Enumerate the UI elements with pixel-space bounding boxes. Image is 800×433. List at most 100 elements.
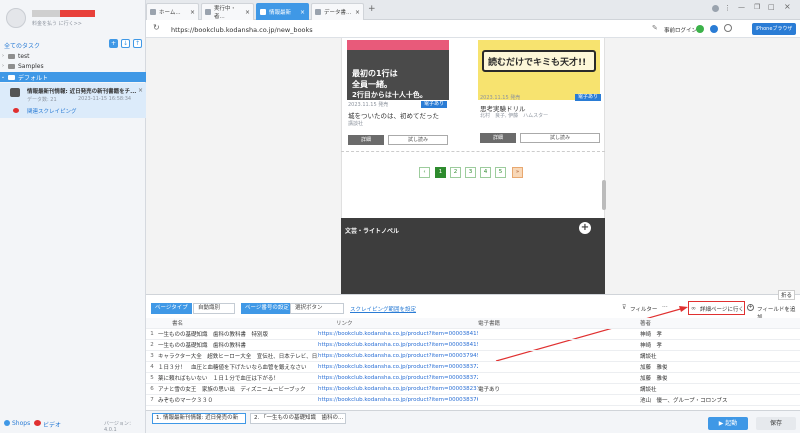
minimize-icon[interactable]: — [738,3,745,11]
row-link: https://bookclub.kodansha.co.jp/product?… [318,364,478,370]
maximize-icon[interactable]: □ [768,3,775,11]
table-row[interactable]: 3 キャラクター大全 超鉄ヒーロー大全 宣伝社、日本テレビ、日... https:/… [146,351,800,362]
ebook-badge: 電子あり [575,94,602,101]
detail-button[interactable]: 詳細 [480,133,516,143]
row-ebook: 電子あり [478,387,501,393]
pre-login-button[interactable]: 事前ログイン [664,26,697,34]
page-4[interactable]: 4 [480,167,491,178]
tree-item-label: test [18,52,30,60]
user-icon[interactable] [712,5,719,12]
home-icon [150,9,156,15]
row-title: みぞものマーク３３０ [158,398,214,404]
close-icon[interactable]: × [245,9,250,16]
row-title: キャラクター大全 超鉄ヒーロー大全 宣伝社、日本テレビ、日... [158,354,318,360]
table-row[interactable]: 5 薬に頼ればもいない １日１分で血圧は下がる！ https://bookclub.… [146,373,800,384]
save-button[interactable]: 保存 [756,417,796,430]
shop-icon [4,420,10,426]
device-select[interactable]: iPhoneブラウザ [752,23,796,35]
row-link: https://bookclub.kodansha.co.jp/product?… [318,331,478,337]
export-icon[interactable]: ↑ [133,39,142,48]
row-link: https://bookclub.kodansha.co.jp/product?… [318,342,478,348]
tree-item-samples[interactable]: › Samples [0,61,146,71]
table-row[interactable]: 7 みぞものマーク３３０ https://bookclub.kodansha.co.… [146,395,800,406]
new-folder-icon[interactable]: + [109,39,118,48]
import-icon[interactable]: ↓ [121,39,130,48]
table-row[interactable]: 2 一生ものの基礎知識 歯科の教科書 https://bookclub.kodans… [146,340,800,351]
row-index: 4 [150,364,154,370]
chevron-right-icon: › [2,53,4,59]
detail-button[interactable]: 詳細 [348,135,384,145]
tab-running[interactable]: 実行中・者... × [201,3,254,20]
shops-link[interactable]: Shops [12,420,30,427]
preview-button[interactable]: 試し読み [520,133,600,143]
settings-icon[interactable] [724,24,732,32]
more-icon[interactable]: ⋮ [724,4,731,12]
page-2[interactable]: 2 [450,167,461,178]
page-prev[interactable]: ‹ [419,167,430,178]
task-sidebar: 料金を払う に行く>> 全てのタスク + ↓ ↑ › test › Sample… [0,0,146,433]
task-tab-1[interactable]: 1. 情報最新刊情報: 近日発売の新 [152,413,246,424]
genre-section: 文芸・ライトノベル + [341,218,605,294]
account-plan-blurred [60,10,95,17]
tab-data[interactable]: データ書... × [311,3,364,20]
tab-home[interactable]: ホーム... × [146,3,199,20]
column-header-link[interactable]: リンク [318,319,478,327]
video-link[interactable]: ビデオ [43,420,61,429]
book-cover-1-text-2: 全員一緒。 [352,80,392,89]
close-window-icon[interactable]: × [784,2,791,11]
ebook-badge: 電子あり [421,101,448,108]
page-icon [260,9,266,15]
tab-bar: ホーム... × 実行中・者... × 情報最新 × データ書... × + ⋮ — ❐… [146,0,800,20]
page-5[interactable]: 5 [495,167,506,178]
tree-item-test[interactable]: › test [0,51,146,61]
url-input[interactable]: https://bookclub.kodansha.co.jp/new_book… [171,26,313,34]
book-title[interactable]: 城をついたのは、初めてだった [348,110,439,120]
close-icon[interactable]: × [190,9,195,16]
expand-plus-icon[interactable]: + [579,222,591,234]
new-tab-button[interactable]: + [368,4,376,14]
row-title: １日３分！ 血圧と血糖値を下げたいなら血管を鍛えなさい [158,365,307,371]
folder-icon [8,74,15,80]
folder-icon [8,63,15,69]
page-3[interactable]: 3 [465,167,476,178]
book-author[interactable]: 北村 良子, 伊藤 ハムスター [480,112,548,119]
page-scrollbar[interactable] [602,180,606,210]
close-icon[interactable]: × [300,9,305,16]
restore-icon[interactable]: ❐ [754,3,760,11]
book-cover-1-band [347,40,449,50]
all-tasks-label[interactable]: 全てのタスク [4,41,40,50]
column-header-ebook[interactable]: 電子書籍 [478,319,640,327]
table-row[interactable]: 1 一生ものの基礎知識 歯科の教科書 特別版 https://bookclub.ko… [146,329,800,340]
task-card[interactable]: 情報最新刊情報: 近日発売の新刊書籍をチ... × データ数: 21 2023-… [0,83,146,118]
book-author[interactable]: 講談社 [348,120,363,127]
app-logo [6,8,26,28]
tab-latest-info[interactable]: 情報最新 × [256,3,309,20]
row-index: 7 [150,397,154,403]
task-tab-2[interactable]: 2. 「一生ものの基礎知識 歯科の... [250,413,346,424]
task-timestamp: 2023-11-15 16:58:34 [78,96,132,102]
tree-item-label: デフォルト [18,74,49,82]
related-scraping-link[interactable]: 関連スクレイピング [27,107,77,115]
close-icon[interactable]: × [355,9,360,16]
promo-link[interactable]: 料金を払う に行く>> [32,20,82,27]
tree-item-default[interactable]: ⌄ デフォルト [0,72,146,82]
row-author: 神崎 孝 [640,343,663,349]
column-header-title[interactable]: 書名 [158,319,318,327]
row-author: 神崎 孝 [640,332,663,338]
row-title: 一生ものの基礎知識 歯科の教科書 [158,343,247,349]
close-icon[interactable]: × [138,87,143,94]
address-bar: ↻ https://bookclub.kodansha.co.jp/new_bo… [146,20,800,38]
column-header-author[interactable]: 著者 [640,319,780,327]
page-next[interactable]: » [512,167,523,178]
reload-icon[interactable]: ↻ [153,23,160,32]
start-button[interactable]: ▶ 起動 [708,417,748,430]
preview-button[interactable]: 試し読み [388,135,448,145]
task-title: 情報最新刊情報: 近日発売の新刊書籍をチ... [27,89,137,95]
edit-icon[interactable]: ✎ [652,24,658,32]
table-row[interactable]: 6 アナと雪の女王 家族の思い出 ディズニームービーブック https://book… [146,384,800,395]
row-author: 池山 優一、グループ・コロンブス [640,398,728,404]
page-1[interactable]: 1 [435,167,446,178]
row-author: 加藤 雅俊 [640,376,668,382]
row-title: アナと雪の女王 家族の思い出 ディズニームービーブック [158,387,306,393]
table-row[interactable]: 4 １日３分！ 血圧と血糖値を下げたいなら血管を鍛えなさい https://book… [146,362,800,373]
